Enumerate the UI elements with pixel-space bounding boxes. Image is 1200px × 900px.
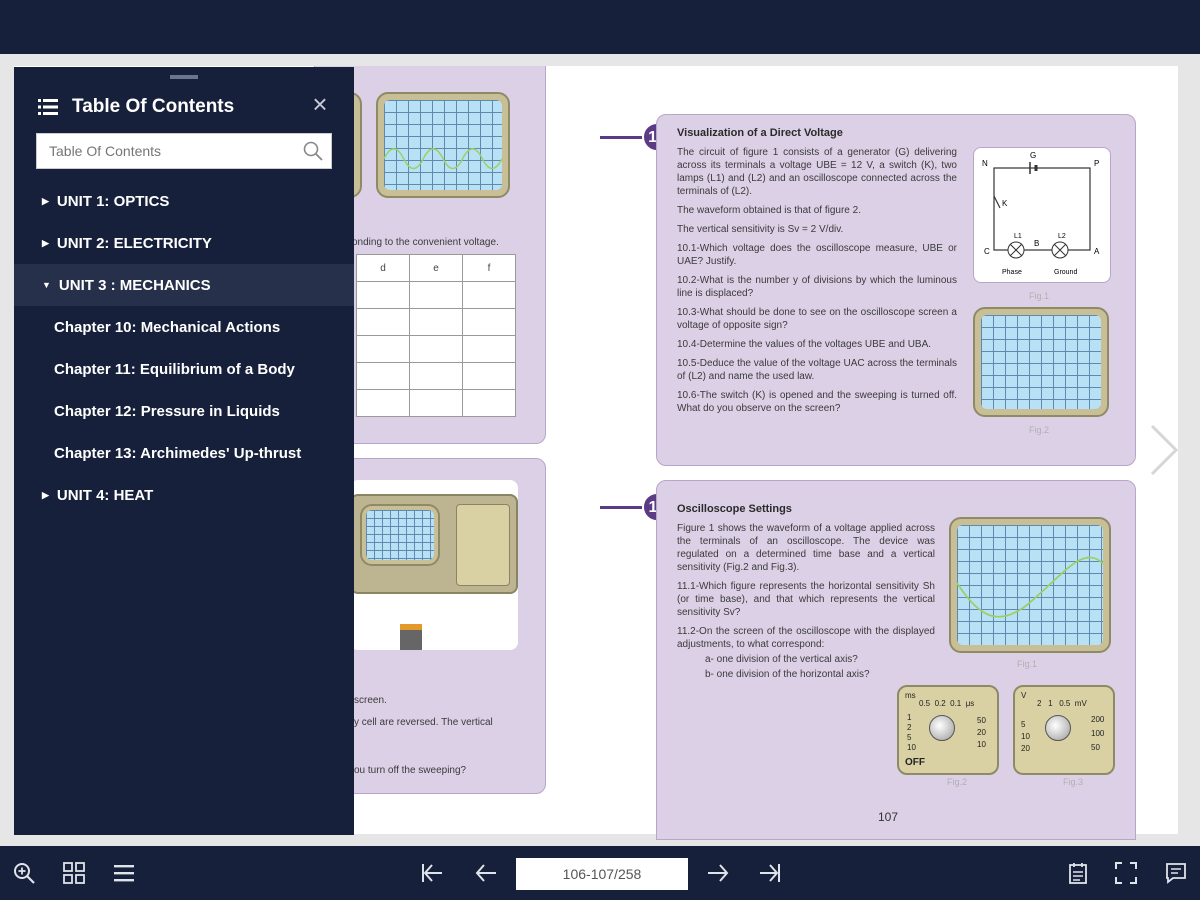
close-icon[interactable]: × [310,91,330,117]
table-header-e: e [409,254,463,282]
next-page-icon[interactable] [706,861,730,885]
toc-item-chapter-12[interactable]: Chapter 12: Pressure in Liquids [14,390,354,432]
toc-header: Table Of Contents [38,95,234,119]
toc-search-box [36,133,332,169]
q11-card: Oscilloscope Settings Figure 1 shows the… [656,480,1136,840]
q10-question-4: 10.4-Determine the values of the voltage… [677,339,932,350]
circuit-label-b: B [1034,239,1039,248]
caret-right-icon: ▶ [42,195,49,206]
left-fragment-3: y cell are reversed. The vertical [354,717,493,728]
q10-text: Visualization of a Direct Voltage The ci… [677,127,957,421]
previous-page-icon[interactable] [474,861,498,885]
battery-icon [400,624,422,650]
list-icon [38,99,58,115]
q10-paragraph-3: The vertical sensitivity is Sv = 2 V/div… [677,224,844,235]
left-fragment-2: screen. [354,695,387,706]
q10-question-5: 10.5-Deduce the value of the voltage UAC… [677,358,957,382]
right-page: 10 Visualization of a Direct Voltage The… [562,66,1178,840]
table-header-f: f [462,254,516,282]
q10-question-6: 10.6-The switch (K) is opened and the sw… [677,390,957,414]
circuit-label-c: C [984,247,990,256]
toc-item-chapter-10[interactable]: Chapter 10: Mechanical Actions [14,306,354,348]
q11-question-1: 11.1-Which figure represents the horizon… [677,581,935,618]
oscilloscope-grid [384,100,502,190]
circuit-label-phase: Phase [1002,269,1022,276]
q10-fig1-caption: Fig.1 [1029,291,1050,301]
q11-paragraph-1: Figure 1 shows the waveform of a voltage… [677,523,935,573]
circuit-label-a: A [1094,247,1100,256]
circuit-label-k: K [1002,199,1008,208]
time-base-knob: ms 0.5 0.2 0.1 μs 1 2 5 10 50 20 10 OFF [897,685,999,775]
toc-drag-handle[interactable] [170,75,198,79]
page-number-input[interactable] [516,858,688,890]
toc-panel: Table Of Contents × ▶ UNIT 1: OPTICS ▶ U… [14,67,354,835]
q11-text: Oscilloscope Settings Figure 1 shows the… [677,503,935,687]
sine-wave [384,148,502,170]
q11-question-b: b- one division of the horizontal axis? [705,669,870,680]
toc-item-unit-1[interactable]: ▶ UNIT 1: OPTICS [14,180,354,222]
vertical-sensitivity-dial [1045,715,1071,741]
q10-title: Visualization of a Direct Voltage [677,127,843,139]
q10-oscilloscope-screen [973,307,1109,417]
toc-list: ▶ UNIT 1: OPTICS ▶ UNIT 2: ELECTRICITY ▼… [14,180,354,516]
notes-icon[interactable] [1066,861,1090,885]
left-table: d e f [356,254,516,417]
circuit-label-p: P [1094,159,1099,168]
last-page-icon[interactable] [758,861,782,885]
q11-sine-wave [957,556,1103,618]
caret-right-icon: ▶ [42,237,49,248]
toc-item-chapter-11[interactable]: Chapter 11: Equilibrium of a Body [14,348,354,390]
q11-question-2: 11.2-On the screen of the oscilloscope w… [677,626,935,650]
circuit-diagram: N G P K L1 L2 C B A Phase Ground [973,147,1111,283]
left-fragment-1: onding to the convenient voltage. [352,237,499,248]
search-icon[interactable] [303,141,323,161]
page-number: 107 [878,810,899,824]
device-knob-panel [456,504,510,586]
device-screen [360,504,440,566]
grid-view-icon[interactable] [62,861,86,885]
toc-item-unit-4[interactable]: ▶ UNIT 4: HEAT [14,474,354,516]
zoom-in-icon[interactable] [12,861,36,885]
q10-paragraph-1: The circuit of figure 1 consists of a ge… [677,147,957,197]
circuit-label-l1: L1 [1014,233,1022,240]
circuit-label-ground: Ground [1054,269,1077,276]
vertical-sensitivity-knob: V 2 1 0.5 mV 5 10 20 200 100 50 [1013,685,1115,775]
fullscreen-icon[interactable] [1114,861,1138,885]
table-header-d: d [356,254,410,282]
q11-fig2-caption: Fig.2 [947,777,968,787]
toc-item-unit-2[interactable]: ▶ UNIT 2: ELECTRICITY [14,222,354,264]
comment-icon[interactable] [1164,861,1188,885]
next-page-chevron-icon[interactable] [1142,420,1182,480]
q10-fig2-caption: Fig.2 [1029,425,1050,435]
q11-title: Oscilloscope Settings [677,503,792,515]
q10-question-1: 10.1-Which voltage does the oscilloscope… [677,243,957,267]
first-page-icon[interactable] [420,861,444,885]
circuit-label-l2: L2 [1058,233,1066,240]
toc-item-chapter-13[interactable]: Chapter 13: Archimedes' Up-thrust [14,432,354,474]
oscilloscope-device [350,494,518,594]
toc-item-unit-3[interactable]: ▼ UNIT 3 : MECHANICS [14,264,354,306]
caret-right-icon: ▶ [42,489,49,500]
menu-icon[interactable] [112,861,136,885]
circuit-label-n: N [982,159,988,168]
q10-paragraph-2: The waveform obtained is that of figure … [677,205,861,216]
q10-question-2: 10.2-What is the number y of divisions b… [677,275,957,299]
q11-fig1-caption: Fig.1 [1017,659,1038,669]
toc-search-input[interactable] [37,134,287,168]
q11-fig3-caption: Fig.3 [1063,777,1084,787]
q10-question-3: 10.3-What should be done to see on the o… [677,307,957,331]
q11-question-a: a- one division of the vertical axis? [705,654,858,665]
circuit-label-g: G [1030,151,1036,160]
left-fragment-4: ou turn off the sweeping? [354,765,467,776]
q10-card: Visualization of a Direct Voltage The ci… [656,114,1136,466]
toc-title: Table Of Contents [72,96,235,117]
q11-oscilloscope-screen [949,517,1111,653]
caret-down-icon: ▼ [42,280,51,290]
top-bar [0,0,1200,54]
time-base-dial [929,715,955,741]
left-oscilloscope-screen [376,92,510,198]
